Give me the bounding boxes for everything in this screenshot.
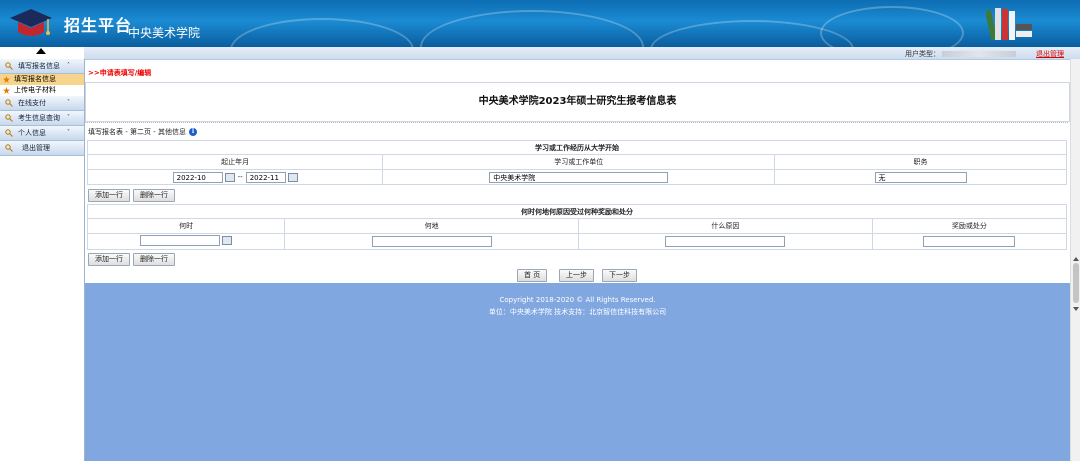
calendar-icon[interactable] [222, 236, 233, 245]
first-page-button[interactable]: 首 页 [517, 269, 548, 282]
section-heading: 填写报名表 - 第二页 - 其他信息 i [88, 127, 197, 137]
calendar-icon[interactable] [224, 172, 235, 182]
column-header: 起止年月 [86, 154, 384, 170]
sidebar-item-label: 考生信息查询 [18, 114, 60, 122]
when-cell [86, 233, 286, 250]
position-input[interactable]: 无 [874, 171, 967, 183]
previous-step-button[interactable]: 上一步 [559, 269, 594, 282]
table-row: 2022-10 -- 2022-11 中央美术学院 无 [86, 169, 1067, 185]
date-range-cell: 2022-10 -- 2022-11 [86, 169, 384, 185]
where-input[interactable] [371, 236, 492, 247]
unit-cell: 中央美术学院 [382, 169, 776, 185]
copyright-text: Copyright 2018-2020 © All Rights Reserve… [499, 296, 656, 304]
sidebar-item-query[interactable]: 考生信息查询 ˅ [0, 111, 84, 126]
reason-cell [577, 233, 873, 250]
key-icon [5, 99, 13, 107]
wave-decoration [420, 10, 644, 47]
key-icon [5, 129, 13, 137]
position-cell: 无 [774, 169, 1067, 185]
redacted-user-name [942, 51, 1016, 57]
delete-row-button[interactable]: 删除一行 [133, 253, 175, 266]
books-icon [986, 8, 1032, 41]
where-cell [284, 233, 579, 250]
chevron-down-icon: ˅ [67, 129, 70, 136]
header-banner: 招生平台 中央美术学院 [0, 0, 1080, 47]
scroll-thumb[interactable] [1073, 263, 1079, 303]
collapse-arrow-icon[interactable] [36, 48, 46, 54]
next-step-button[interactable]: 下一步 [602, 269, 637, 282]
sidebar-item-label: 在线支付 [18, 99, 46, 107]
graduation-cap-icon [10, 9, 52, 36]
start-date-input[interactable]: 2022-10 [172, 171, 223, 183]
chevron-down-icon: ˅ [67, 99, 70, 106]
column-header: 何地 [284, 218, 579, 234]
breadcrumb: >>申请表填写/编辑 [88, 69, 152, 77]
footer: Copyright 2018-2020 © All Rights Reserve… [85, 283, 1070, 461]
sidebar-subitem-label: 上传电子材料 [14, 86, 56, 94]
star-icon [3, 76, 10, 83]
user-type: 用户类型： [905, 49, 1016, 59]
chevron-down-icon: ˅ [67, 114, 70, 121]
sidebar: 填写报名信息 ˄ 填写报名信息 上传电子材料 在线支付 ˅ 考生信息查询 ˅ 个… [0, 59, 85, 461]
delete-row-button[interactable]: 删除一行 [133, 189, 175, 202]
chevron-up-icon: ˄ [67, 62, 70, 69]
info-icon[interactable]: i [188, 128, 197, 136]
sidebar-item-payment[interactable]: 在线支付 ˅ [0, 96, 84, 111]
result-cell [871, 233, 1068, 250]
work-unit-input[interactable]: 中央美术学院 [489, 171, 669, 183]
add-row-button[interactable]: 添加一行 [88, 189, 130, 202]
awards-table: 何时何地何原因受过何种奖励和处分 何时 何地 什么原因 奖励或处分 [86, 204, 1068, 250]
page-title: 中央美术学院2023年硕士研究生报考信息表 [85, 82, 1070, 122]
table-group-title: 何时何地何原因受过何种奖励和处分 [87, 204, 1067, 219]
brand-title: 招生平台 [64, 16, 133, 35]
column-header: 何时 [86, 218, 286, 234]
divider [85, 122, 1068, 123]
sidebar-item-label: 个人信息 [18, 129, 46, 137]
key-icon [5, 114, 13, 122]
add-row-button[interactable]: 添加一行 [88, 253, 130, 266]
column-header: 奖励或处分 [871, 218, 1068, 234]
scroll-down-icon[interactable] [1073, 307, 1079, 311]
sidebar-subitem-upload[interactable]: 上传电子材料 [0, 85, 84, 96]
date-separator: -- [237, 173, 243, 181]
key-icon [5, 144, 13, 152]
sidebar-subitem-label: 填写报名信息 [14, 75, 56, 83]
school-name: 中央美术学院 [128, 26, 201, 40]
work-history-table: 学习或工作经历从大学开始 起止年月 学习或工作单位 职务 2022-10 -- … [86, 140, 1067, 185]
sidebar-item-logout[interactable]: 退出管理 [0, 141, 84, 156]
table-row [86, 233, 1068, 250]
sidebar-item-fill-info[interactable]: 填写报名信息 ˄ [0, 59, 84, 74]
logout-link[interactable]: 退出管理 [1036, 49, 1064, 59]
sidebar-item-personal[interactable]: 个人信息 ˅ [0, 126, 84, 141]
star-icon [3, 87, 10, 94]
support-text: 单位：中央美术学院 技术支持：北京智信佳科技有限公司 [488, 308, 667, 316]
award-punishment-input[interactable] [923, 236, 1016, 247]
reason-input[interactable] [665, 236, 786, 247]
when-date-input[interactable] [140, 235, 221, 246]
end-date-input[interactable]: 2022-11 [245, 171, 286, 183]
sidebar-item-label: 填写报名信息 [18, 62, 60, 70]
calendar-icon[interactable] [287, 172, 298, 182]
user-bar: 用户类型： 退出管理 [84, 47, 1080, 60]
table-group-title: 学习或工作经历从大学开始 [87, 140, 1067, 155]
column-header: 学习或工作单位 [382, 154, 776, 170]
key-icon [5, 62, 13, 70]
column-header: 什么原因 [577, 218, 873, 234]
sidebar-collapse-strip [0, 47, 84, 59]
sidebar-item-label: 退出管理 [22, 144, 50, 152]
column-header: 职务 [774, 154, 1067, 170]
wave-decoration [820, 6, 964, 47]
scroll-up-icon[interactable] [1073, 257, 1079, 261]
scrollbar[interactable] [1070, 59, 1080, 461]
wave-decoration [230, 18, 414, 47]
sidebar-subitem-fill-info[interactable]: 填写报名信息 [0, 74, 84, 85]
